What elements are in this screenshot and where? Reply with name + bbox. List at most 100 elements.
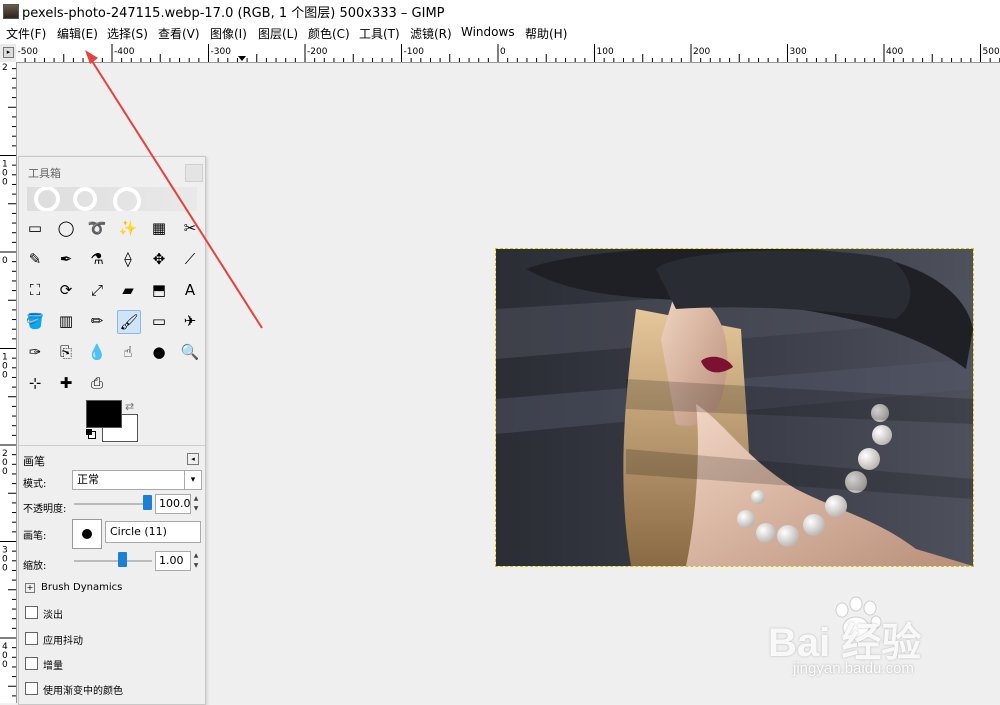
scale-label: 缩放: bbox=[23, 561, 47, 572]
rotate-icon[interactable]: ⟳ bbox=[55, 279, 77, 301]
menu-help[interactable]: 帮助(H) bbox=[525, 25, 567, 42]
scale-input[interactable]: 1.00 bbox=[155, 551, 191, 571]
ruler-ticks-vertical: 21000100200300400 bbox=[0, 63, 16, 697]
menu-file[interactable]: 文件(F) bbox=[6, 25, 46, 42]
airbrush-icon[interactable]: ✈ bbox=[179, 310, 201, 332]
wilber-drop-area[interactable] bbox=[27, 187, 197, 211]
ruler-label: 400 bbox=[886, 47, 903, 57]
menu-windows[interactable]: Windows bbox=[461, 25, 515, 39]
ruler-label: -100 bbox=[404, 47, 425, 57]
menu-view[interactable]: 查看(V) bbox=[158, 25, 200, 42]
default-colors-icon[interactable] bbox=[86, 429, 96, 439]
brush-label: 画笔: bbox=[23, 531, 47, 542]
opacity-spinner[interactable]: ▲ ▼ bbox=[192, 494, 200, 514]
menu-layer[interactable]: 图层(L) bbox=[258, 25, 298, 42]
brush-preview-button[interactable] bbox=[72, 519, 102, 549]
perspective-icon[interactable]: ⬒ bbox=[148, 279, 170, 301]
photo-woman-with-hat bbox=[496, 249, 973, 566]
ellipse-select-icon[interactable]: ◯ bbox=[55, 217, 77, 239]
configure-tab-icon[interactable]: ◂ bbox=[187, 453, 199, 465]
measure-icon[interactable]: ⟠ bbox=[117, 248, 139, 270]
ruler-label: 300 bbox=[790, 47, 807, 57]
window-title: pexels-photo-247115.webp-17.0 (RGB, 1 个图… bbox=[22, 6, 445, 21]
blur-icon[interactable]: 💧 bbox=[86, 341, 108, 363]
heal-icon[interactable]: ✚ bbox=[55, 372, 77, 394]
menu-colors[interactable]: 颜色(C) bbox=[308, 25, 350, 42]
scissors-select-icon[interactable]: ✂ bbox=[179, 217, 201, 239]
toolbox-close-button[interactable] bbox=[185, 164, 203, 182]
bucket-fill-icon[interactable]: 🪣 bbox=[24, 310, 46, 332]
crop-icon[interactable]: ⛶ bbox=[24, 279, 46, 301]
fuzzy-select-icon[interactable]: ✨ bbox=[117, 217, 139, 239]
pencil-icon[interactable]: ✏ bbox=[86, 310, 108, 332]
chevron-down-icon: ▾ bbox=[184, 471, 201, 489]
mode-select[interactable]: 正常 ▾ bbox=[72, 470, 202, 490]
paintbrush-icon[interactable]: 🖌 bbox=[117, 310, 141, 334]
ruler-label: -500 bbox=[18, 47, 39, 57]
opacity-slider-handle[interactable] bbox=[143, 495, 152, 510]
ruler-ticks: -500 -400 -300 -200 -100 0 100 200 300 400 500 bbox=[18, 44, 1000, 62]
foreground-color-swatch[interactable] bbox=[86, 400, 122, 428]
clone-icon[interactable]: ⎘ bbox=[55, 341, 77, 363]
ruler-label: 0 bbox=[2, 660, 8, 670]
select-by-color-icon[interactable]: ▦ bbox=[148, 217, 170, 239]
color-picker-icon[interactable]: ⚗ bbox=[86, 248, 108, 270]
apply-jitter-label: 应用抖动 bbox=[43, 636, 83, 647]
brush-dynamics-label: Brush Dynamics bbox=[41, 582, 123, 593]
menu-edit[interactable]: 编辑(E) bbox=[57, 25, 98, 42]
menu-image[interactable]: 图像(I) bbox=[210, 25, 247, 42]
vertical-ruler[interactable]: 21000100200300400 bbox=[0, 62, 17, 703]
rect-select-icon[interactable]: ▭ bbox=[24, 217, 46, 239]
incremental-checkbox[interactable] bbox=[25, 657, 38, 670]
scale-slider-track[interactable] bbox=[74, 560, 152, 562]
swap-colors-icon[interactable]: ⇄ bbox=[125, 400, 134, 413]
use-gradient-color-label: 使用渐变中的颜色 bbox=[43, 686, 123, 697]
perspective-clone-icon[interactable]: ⎙ bbox=[86, 372, 108, 394]
horizontal-ruler[interactable]: -500 -400 -300 -200 -100 0 100 200 300 400 500 bbox=[16, 44, 1000, 63]
ruler-label: 200 bbox=[693, 47, 710, 57]
brush-dynamics-expander[interactable]: + Brush Dynamics bbox=[25, 582, 122, 593]
shear-icon[interactable]: ▰ bbox=[117, 279, 139, 301]
move-icon[interactable]: ✥ bbox=[148, 248, 170, 270]
menu-filters[interactable]: 滤镜(R) bbox=[410, 25, 452, 42]
ruler-label: 0 bbox=[2, 371, 8, 381]
ink-icon[interactable]: ✑ bbox=[24, 341, 46, 363]
expand-plus-icon: + bbox=[25, 583, 35, 593]
scale-slider-handle[interactable] bbox=[118, 552, 127, 567]
incremental-label: 增量 bbox=[43, 661, 63, 672]
opacity-input[interactable]: 100.0 bbox=[155, 494, 191, 514]
fade-out-label: 淡出 bbox=[43, 610, 63, 621]
toolbox-panel[interactable]: 工具箱 ⇄ 画笔 ◂ 模式: 正常 ▾ 不透明度: 100.0 ▲ ▼ 画笔: C… bbox=[18, 156, 206, 705]
foreground-select-icon[interactable]: ✎ bbox=[24, 248, 46, 270]
zoom-icon[interactable]: 🔍 bbox=[179, 341, 201, 363]
eraser-icon[interactable]: ▭ bbox=[148, 310, 170, 332]
app-icon bbox=[3, 4, 19, 19]
fade-out-checkbox[interactable] bbox=[25, 606, 38, 619]
smudge-icon[interactable]: ☝ bbox=[117, 341, 139, 363]
apply-jitter-checkbox[interactable] bbox=[25, 632, 38, 645]
opacity-slider-track[interactable] bbox=[74, 503, 152, 505]
ruler-label: 500 bbox=[983, 47, 1000, 57]
gradient-icon[interactable]: ▥ bbox=[55, 310, 77, 332]
ruler-label: 0 bbox=[2, 564, 8, 574]
text-icon[interactable]: A bbox=[179, 279, 201, 301]
free-select-icon[interactable]: ➰ bbox=[86, 217, 108, 239]
menu-tools[interactable]: 工具(T) bbox=[359, 25, 400, 42]
title-bar: pexels-photo-247115.webp-17.0 (RGB, 1 个图… bbox=[0, 0, 1000, 22]
cage-transform-icon[interactable]: ⊹ bbox=[24, 372, 46, 394]
ruler-label: 0 bbox=[2, 178, 8, 188]
toolbox-title: 工具箱 bbox=[28, 167, 61, 180]
scale-spinner[interactable]: ▲ ▼ bbox=[192, 551, 200, 571]
align-icon[interactable]: ⟋ bbox=[179, 248, 201, 270]
image-canvas[interactable] bbox=[495, 248, 974, 567]
scale-icon[interactable]: ⤢ bbox=[86, 279, 108, 301]
paths-icon[interactable]: ✒ bbox=[55, 248, 77, 270]
dodge-burn-icon[interactable]: ● bbox=[148, 341, 170, 363]
use-gradient-color-checkbox[interactable] bbox=[25, 682, 38, 695]
brush-name-field[interactable]: Circle (11) bbox=[105, 521, 201, 543]
mode-value: 正常 bbox=[77, 473, 99, 486]
menu-select[interactable]: 选择(S) bbox=[107, 25, 148, 42]
watermark-url: jingyan.baidu.com bbox=[793, 660, 914, 677]
quick-mask-icon[interactable]: ▸ bbox=[3, 47, 14, 58]
ruler-label: -200 bbox=[307, 47, 328, 57]
